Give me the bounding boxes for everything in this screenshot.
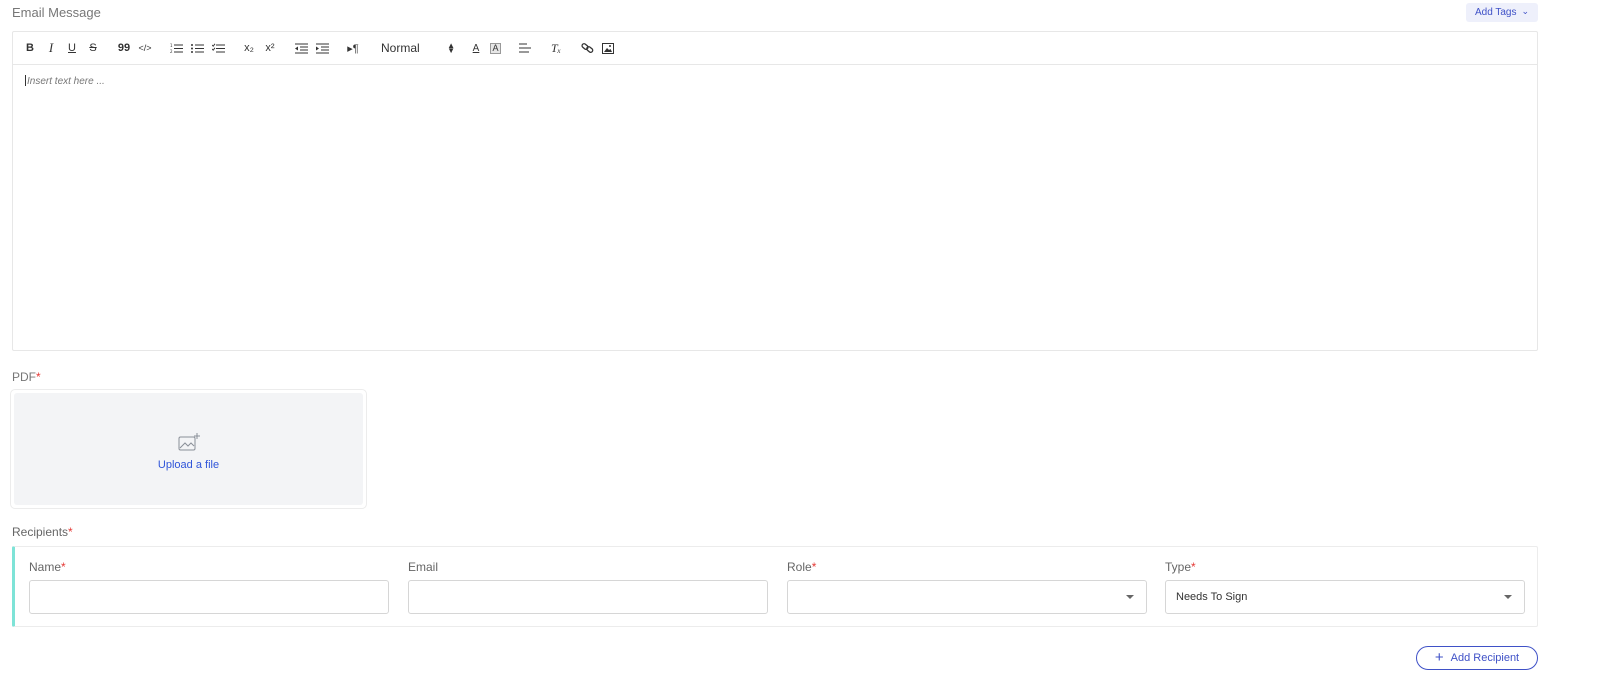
underline-button[interactable]: U	[65, 39, 79, 57]
align-left-icon	[519, 43, 531, 53]
recipients-label: Recipients*	[12, 525, 73, 539]
email-label: Email	[408, 560, 439, 574]
link-icon	[580, 43, 593, 53]
background-color-button[interactable]: A	[490, 42, 501, 54]
pdf-upload-dropzone[interactable]: Upload a file	[10, 389, 367, 509]
bold-button[interactable]: B	[23, 39, 37, 57]
text-format-value: Normal	[381, 41, 420, 55]
role-select[interactable]	[787, 580, 1147, 614]
image-icon	[602, 42, 614, 54]
editor-toolbar: B I U S 99 </> 12 x₂ x² ▸¶ Normal ▲ ▼ A …	[13, 32, 1537, 65]
editor-content[interactable]: Insert text here ...	[13, 65, 1537, 97]
svg-text:1: 1	[170, 43, 173, 48]
add-recipient-button[interactable]: + Add Recipient	[1416, 646, 1538, 670]
blockquote-button[interactable]: 99	[117, 39, 131, 57]
rich-text-editor: B I U S 99 </> 12 x₂ x² ▸¶ Normal ▲ ▼ A …	[12, 31, 1538, 351]
caret-down-icon	[1504, 595, 1512, 599]
type-label: Type*	[1165, 560, 1196, 574]
email-input[interactable]	[408, 580, 768, 614]
upload-file-link[interactable]: Upload a file	[158, 459, 219, 471]
italic-button[interactable]: I	[44, 39, 58, 57]
text-direction-button[interactable]: ▸¶	[346, 39, 360, 57]
type-select[interactable]: Needs To Sign	[1165, 580, 1525, 614]
ordered-list-icon: 12	[170, 43, 183, 54]
type-select-value: Needs To Sign	[1176, 591, 1248, 603]
indent-icon	[315, 43, 329, 53]
add-tags-label: Add Tags	[1474, 7, 1517, 18]
required-mark: *	[36, 370, 41, 384]
role-field-group: Role*	[787, 560, 1147, 614]
name-label: Name*	[29, 560, 66, 574]
ordered-list-button[interactable]: 12	[169, 39, 183, 57]
strikethrough-button[interactable]: S	[86, 39, 100, 57]
clear-format-button[interactable]: Tₓ	[549, 39, 563, 57]
subscript-button[interactable]: x₂	[242, 39, 256, 57]
name-field-group: Name*	[29, 560, 389, 614]
upload-area[interactable]: Upload a file	[14, 393, 363, 505]
outdent-button[interactable]	[294, 39, 308, 57]
text-color-button[interactable]: A	[469, 39, 483, 57]
pdf-label: PDF*	[12, 370, 41, 384]
outdent-icon	[294, 43, 308, 53]
code-button[interactable]: </>	[138, 39, 152, 57]
email-field-group: Email	[408, 560, 768, 614]
email-message-label: Email Message	[12, 5, 101, 20]
checklist-icon	[211, 43, 225, 52]
indent-button[interactable]	[315, 39, 329, 57]
svg-text:2: 2	[170, 49, 173, 54]
superscript-button[interactable]: x²	[263, 39, 277, 57]
image-button[interactable]	[601, 39, 615, 57]
text-format-select[interactable]: Normal ▲ ▼	[377, 41, 455, 55]
plus-icon: +	[1434, 648, 1444, 666]
recipient-row: Name* Email Role* Type* Needs To Sign	[12, 546, 1538, 627]
bullet-list-button[interactable]	[190, 39, 204, 57]
add-recipient-label: Add Recipient	[1450, 652, 1520, 664]
bullet-list-icon	[190, 43, 204, 53]
image-plus-icon	[178, 432, 200, 450]
editor-placeholder: Insert text here ...	[27, 76, 105, 87]
align-button[interactable]	[518, 39, 532, 57]
required-mark: *	[68, 525, 73, 539]
caret-down-icon	[1126, 595, 1134, 599]
name-input[interactable]	[29, 580, 389, 614]
add-tags-button[interactable]: Add Tags ⌄	[1466, 3, 1538, 22]
up-down-icon: ▲ ▼	[447, 41, 455, 55]
checklist-button[interactable]	[211, 39, 225, 57]
role-label: Role*	[787, 560, 817, 574]
type-field-group: Type* Needs To Sign	[1165, 560, 1525, 614]
link-button[interactable]	[580, 39, 594, 57]
chevron-down-icon: ⌄	[1521, 6, 1530, 16]
